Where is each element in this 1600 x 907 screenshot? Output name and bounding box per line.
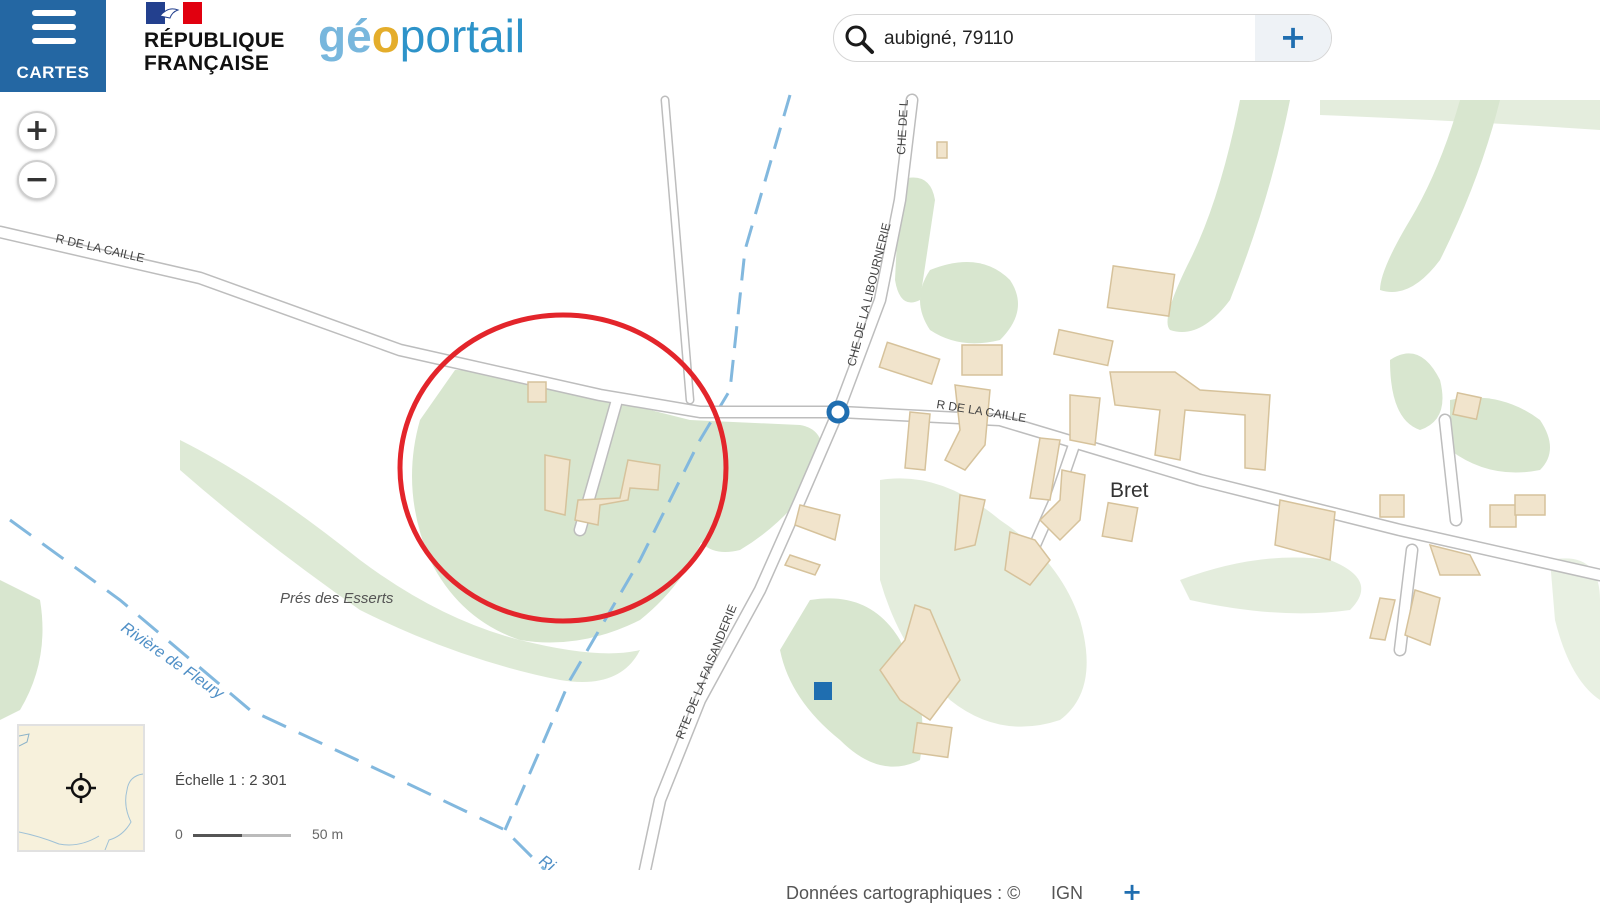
building: [912, 721, 953, 759]
menu-button[interactable]: CARTES: [0, 0, 106, 92]
plus-icon: +: [24, 113, 50, 148]
geoportail-logo[interactable]: géoportail: [318, 6, 525, 66]
overview-map[interactable]: [17, 724, 145, 852]
logo-part1: gé: [318, 10, 372, 62]
scale-ratio: Échelle 1 : 2 301: [175, 772, 287, 789]
building: [1101, 501, 1139, 543]
rf-line1: RÉPUBLIQUE: [144, 29, 285, 52]
vegetation-layer: [0, 100, 1600, 767]
crosshair-icon: [66, 773, 96, 803]
map-view[interactable]: R DE LA CAILLE R DE LA CAILLE CHE DE LA …: [0, 92, 1600, 870]
logo-part3: portail: [399, 10, 526, 62]
minus-icon: −: [24, 162, 50, 197]
location-marker-icon[interactable]: [826, 400, 850, 424]
building: [783, 554, 822, 576]
building: [544, 454, 571, 516]
hamburger-icon: [32, 10, 76, 44]
building: [1514, 494, 1546, 516]
river-label-fleury: Rivière de Fleury: [118, 619, 228, 703]
scale-zero: 0: [175, 826, 183, 842]
building: [1369, 597, 1396, 641]
building: [527, 381, 547, 403]
place-label-pres-des-esserts: Prés des Esserts: [280, 590, 394, 607]
search-input[interactable]: aubigné, 79110: [884, 28, 1014, 50]
attribution-more-button[interactable]: +: [1122, 878, 1142, 906]
building: [794, 504, 841, 542]
search-icon: [845, 25, 874, 54]
scale-distance: 50 m: [312, 826, 344, 842]
scale-bar: [193, 834, 291, 837]
building: [943, 384, 991, 471]
building: [936, 141, 948, 159]
zoom-out-button[interactable]: −: [17, 160, 57, 200]
building: [1052, 328, 1114, 367]
menu-label: CARTES: [16, 63, 90, 82]
building: [1452, 391, 1482, 421]
overview-canvas: [18, 733, 144, 851]
header: CARTES RÉPUBLIQUE FRANÇAISE géoportail a…: [0, 0, 1600, 92]
marianne-flag-icon: [146, 2, 202, 24]
building: [1069, 394, 1101, 446]
poi-square-icon[interactable]: [814, 682, 832, 700]
building: [878, 341, 941, 385]
rf-line2: FRANÇAISE: [144, 52, 270, 75]
attribution-text: Données cartographiques : ©: [786, 883, 1021, 903]
road-label-che-north: CHE DE L: [894, 99, 911, 155]
building: [961, 344, 1003, 376]
search-options-button[interactable]: +: [1255, 15, 1331, 61]
plus-icon: +: [1279, 18, 1307, 56]
attribution-source[interactable]: IGN: [1051, 883, 1083, 904]
republique-francaise-logo[interactable]: RÉPUBLIQUE FRANÇAISE: [144, 2, 284, 88]
zoom-in-button[interactable]: +: [17, 111, 57, 151]
building: [1106, 265, 1176, 317]
building: [1489, 504, 1517, 528]
map-canvas[interactable]: R DE LA CAILLE R DE LA CAILLE CHE DE LA …: [0, 92, 1600, 870]
search-bar[interactable]: aubigné, 79110 +: [833, 14, 1332, 62]
building: [1379, 494, 1405, 518]
road-label-faisanderie: RTE DE LA FAISANDERIE: [673, 603, 740, 742]
logo-part2: o: [371, 10, 400, 62]
river-label-short: Ri: [536, 852, 558, 870]
place-label-bret: Bret: [1110, 479, 1149, 502]
building: [904, 411, 931, 471]
scale-bar-fill: [193, 834, 242, 837]
